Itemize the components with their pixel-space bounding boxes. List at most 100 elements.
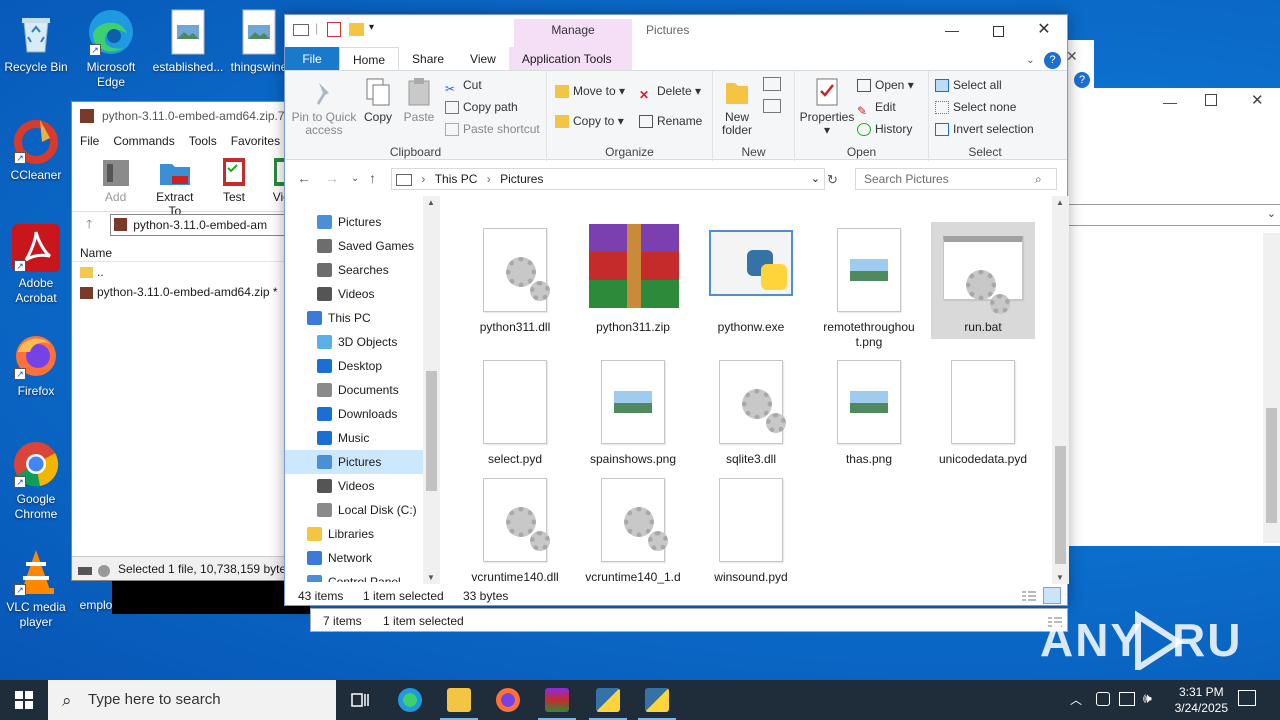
winrar-icon[interactable] xyxy=(545,688,569,712)
file-item[interactable]: python311.zip xyxy=(581,222,685,339)
new-item-icon[interactable] xyxy=(763,77,781,91)
paste-button[interactable]: Paste xyxy=(401,77,437,124)
add-button[interactable]: Add xyxy=(90,156,141,211)
tab-file[interactable]: File xyxy=(285,47,339,71)
sidebar-item-control-panel[interactable]: Control Panel xyxy=(285,570,440,582)
desktop-icon-acrobat[interactable]: ↗ Adobe Acrobat xyxy=(0,224,72,306)
show-hidden-icons-icon[interactable]: ︿ xyxy=(1070,691,1082,708)
select-all-button[interactable]: Select all xyxy=(935,75,1002,95)
sidebar-item-documents[interactable]: Documents xyxy=(285,378,440,402)
tab-application-tools[interactable]: Application Tools xyxy=(508,47,625,71)
pin-quick-access-button[interactable]: Pin to Quick access xyxy=(289,77,359,137)
menu-commands[interactable]: Commands xyxy=(113,130,174,152)
properties-button[interactable]: Properties ▾ xyxy=(799,77,855,137)
scrollbar-thumb[interactable] xyxy=(1055,446,1066,564)
rename-button[interactable]: Rename xyxy=(639,111,702,131)
sidebar-item-videos[interactable]: Videos xyxy=(285,282,440,306)
sidebar-item-3d-objects[interactable]: 3D Objects xyxy=(285,330,440,354)
breadcrumb-this-pc[interactable]: This PC xyxy=(435,172,478,186)
maximize-icon[interactable] xyxy=(1205,94,1217,106)
open-button[interactable]: Open ▾ xyxy=(857,75,914,95)
sidebar-item-pictures[interactable]: Pictures xyxy=(285,450,440,474)
delete-button[interactable]: ✕ Delete ▾ xyxy=(639,81,701,102)
sidebar-item-pictures[interactable]: Pictures xyxy=(285,210,440,234)
background-dropdown[interactable]: ⌄ xyxy=(1067,204,1280,226)
file-item[interactable]: pythonw.exe xyxy=(699,222,803,339)
up-arrow-icon[interactable]: 🡑 xyxy=(86,215,92,236)
scroll-down-icon[interactable]: ▼ xyxy=(1056,573,1064,582)
desktop-icon-firefox[interactable]: ↗ Firefox xyxy=(0,332,72,399)
new-folder-button[interactable]: New folder xyxy=(717,77,757,137)
paste-shortcut-button[interactable]: Paste shortcut xyxy=(445,119,540,139)
desktop-icon-thingswine[interactable]: thingswine xyxy=(226,8,292,75)
maximize-button[interactable] xyxy=(975,15,1021,45)
sidebar-item-searches[interactable]: Searches xyxy=(285,258,440,282)
extract-to-button[interactable]: Extract To xyxy=(149,156,200,218)
history-button[interactable]: History xyxy=(857,119,912,139)
breadcrumb-pictures[interactable]: Pictures xyxy=(500,172,543,186)
help-icon[interactable]: ? xyxy=(1044,52,1061,69)
test-button[interactable]: Test xyxy=(208,156,259,211)
desktop-icon-edge[interactable]: ↗ Microsoft Edge xyxy=(75,8,147,90)
files-scrollbar[interactable]: ▲ ▼ xyxy=(1052,196,1069,584)
search-input[interactable]: Search Pictures xyxy=(855,168,1057,190)
sidebar-item-music[interactable]: Music xyxy=(285,426,440,450)
properties-quick-icon[interactable] xyxy=(327,22,341,37)
edit-button[interactable]: ✎ Edit xyxy=(857,97,896,118)
menu-tools[interactable]: Tools xyxy=(189,130,217,152)
file-item[interactable]: sqlite3.dll xyxy=(699,354,803,471)
sidebar-item-saved-games[interactable]: Saved Games xyxy=(285,234,440,258)
sidebar-item-desktop[interactable]: Desktop xyxy=(285,354,440,378)
list-item[interactable]: python-3.11.0-embed-amd64.zip * xyxy=(72,282,295,302)
invert-selection-button[interactable]: Invert selection xyxy=(935,119,1034,139)
tab-home[interactable]: Home xyxy=(339,47,400,71)
manage-label[interactable]: Manage xyxy=(514,23,632,37)
desktop-icon-vlc[interactable]: ↗ VLC media player xyxy=(0,548,72,630)
minimize-icon[interactable]: — xyxy=(1163,94,1177,110)
address-dropdown-icon[interactable]: ⌄ xyxy=(811,169,820,189)
menu-file[interactable]: File xyxy=(80,130,99,152)
edge-icon[interactable] xyxy=(398,688,422,712)
task-view-icon[interactable] xyxy=(350,690,370,710)
desktop-icon-established[interactable]: established... xyxy=(148,8,228,75)
desktop-icon-ccleaner[interactable]: ↗ CCleaner xyxy=(0,116,72,183)
search-icon[interactable]: ⌕ xyxy=(1035,172,1042,187)
refresh-icon[interactable]: ↻ xyxy=(827,172,847,192)
sidebar-item-videos[interactable]: Videos xyxy=(285,474,440,498)
back-arrow-icon[interactable]: ← xyxy=(297,170,311,186)
quick-access-dropdown-icon[interactable]: ▾ xyxy=(369,22,374,33)
zip-path[interactable]: python-3.11.0-embed-am xyxy=(110,214,295,236)
new-folder-quick-icon[interactable] xyxy=(349,23,364,36)
sidebar-item-libraries[interactable]: Libraries xyxy=(285,522,440,546)
close-icon[interactable]: ✕ xyxy=(1251,91,1264,109)
minimize-button[interactable]: — xyxy=(929,15,975,45)
tab-share[interactable]: Share xyxy=(399,47,457,71)
volume-icon[interactable]: 🕪 xyxy=(1143,690,1152,707)
python-icon[interactable] xyxy=(596,688,620,712)
details-view-icon[interactable] xyxy=(1021,589,1037,603)
security-icon[interactable] xyxy=(1096,692,1110,706)
firefox-icon[interactable] xyxy=(496,688,520,712)
scrollbar-thumb[interactable] xyxy=(426,371,437,491)
help-icon[interactable]: ? xyxy=(1074,72,1090,88)
easy-access-icon[interactable] xyxy=(763,99,781,113)
list-item[interactable]: .. xyxy=(72,262,295,282)
background-scrollbar[interactable] xyxy=(1263,233,1280,543)
desktop-icon-chrome[interactable]: ↗ Google Chrome xyxy=(0,440,72,522)
copy-path-button[interactable]: Copy path xyxy=(445,97,518,117)
scroll-up-icon[interactable]: ▲ xyxy=(427,198,435,207)
up-arrow-icon[interactable]: ↑ xyxy=(369,170,376,186)
file-item[interactable]: run.bat xyxy=(931,222,1035,339)
sidebar-item-this-pc[interactable]: This PC xyxy=(285,306,440,330)
forward-arrow-icon[interactable]: → xyxy=(325,170,339,186)
file-item[interactable]: select.pyd xyxy=(463,354,567,471)
file-item[interactable]: winsound.pyd xyxy=(699,472,803,584)
file-explorer-icon[interactable] xyxy=(447,688,471,712)
file-item[interactable]: vcruntime140.dll xyxy=(463,472,567,584)
tab-view[interactable]: View xyxy=(457,47,509,71)
file-item[interactable]: spainshows.png xyxy=(581,354,685,471)
column-header-name[interactable]: Name xyxy=(72,238,295,262)
copy-to-button[interactable]: Copy to ▾ xyxy=(555,111,624,131)
file-item[interactable]: remotethroughout.png xyxy=(817,222,921,354)
sidebar-item-downloads[interactable]: Downloads xyxy=(285,402,440,426)
